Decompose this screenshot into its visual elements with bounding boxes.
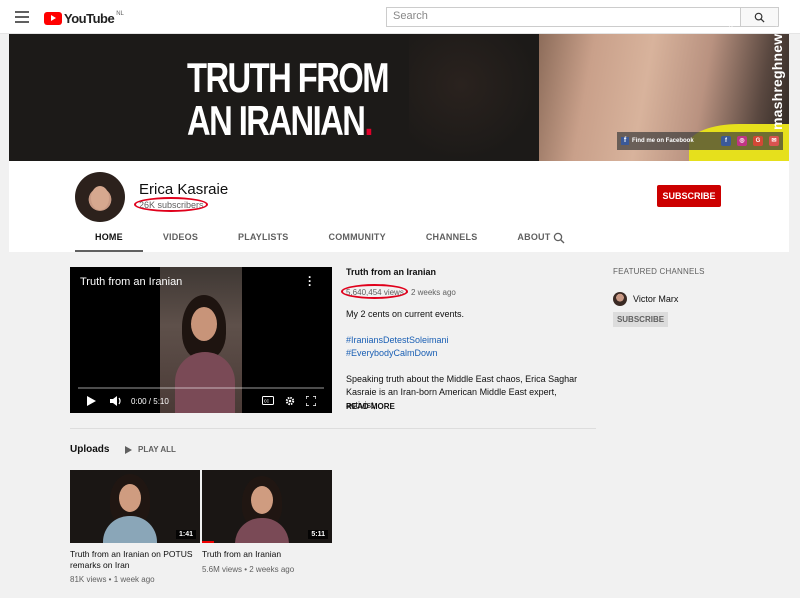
read-more-link[interactable]: READ MORE bbox=[346, 402, 395, 411]
video-duration: 1:41 bbox=[175, 530, 196, 539]
banner-title: TRUTH FROM AN IRANIAN. bbox=[187, 54, 390, 144]
player-controls: 0:00 / 5:10 cc bbox=[70, 393, 332, 413]
tab-community[interactable]: COMMUNITY bbox=[309, 226, 406, 252]
featured-channel-name[interactable]: Victor Marx bbox=[633, 294, 678, 304]
play-all-icon bbox=[125, 445, 132, 454]
time-display: 0:00 / 5:10 bbox=[131, 397, 169, 406]
channel-search-icon[interactable] bbox=[553, 231, 565, 249]
logo-country: NL bbox=[116, 11, 124, 17]
upload-title[interactable]: Truth from an Iranian bbox=[202, 549, 330, 560]
featured-channel-avatar[interactable] bbox=[613, 292, 627, 306]
search-button[interactable] bbox=[741, 7, 779, 27]
player-title[interactable]: Truth from an Iranian bbox=[80, 276, 182, 288]
upload-meta: 5.6M views • 2 weeks ago bbox=[202, 565, 295, 574]
hashtag-link[interactable]: #IraniansDetestSoleimani bbox=[346, 335, 449, 345]
youtube-logo[interactable]: YouTube NL bbox=[44, 10, 124, 26]
views-annotation-circle bbox=[341, 284, 408, 299]
banner-title-line2: AN IRANIAN bbox=[187, 97, 366, 144]
subscribe-button[interactable]: SUBSCRIBE bbox=[657, 185, 721, 207]
google-plus-icon[interactable]: G bbox=[753, 136, 763, 146]
top-bar: YouTube NL Search bbox=[0, 0, 800, 34]
tab-playlists[interactable]: PLAYLISTS bbox=[218, 226, 308, 252]
tab-channels[interactable]: CHANNELS bbox=[406, 226, 498, 252]
facebook-icon: f bbox=[621, 137, 629, 145]
fullscreen-icon[interactable] bbox=[305, 395, 317, 408]
captions-icon[interactable]: cc bbox=[262, 396, 274, 407]
thumb-face bbox=[119, 484, 141, 512]
email-icon[interactable]: ✉ bbox=[769, 136, 779, 146]
tab-videos[interactable]: VIDEOS bbox=[143, 226, 218, 252]
featured-subscribe-button[interactable]: SUBSCRIBE bbox=[613, 312, 668, 327]
hashtag-link[interactable]: #EverybodyCalmDown bbox=[346, 348, 438, 358]
watermark-text: mashreghnews bbox=[769, 25, 785, 130]
channel-name: Erica Kasraie bbox=[139, 181, 229, 198]
banner-title-dot: . bbox=[364, 97, 373, 144]
description-line: My 2 cents on current events. bbox=[346, 309, 465, 319]
play-all-button[interactable]: PLAY ALL bbox=[125, 445, 176, 454]
uploads-heading[interactable]: Uploads bbox=[70, 444, 109, 455]
svg-text:cc: cc bbox=[264, 399, 270, 405]
progress-bar[interactable] bbox=[78, 387, 324, 389]
upload-meta: 81K views • 1 week ago bbox=[70, 575, 155, 584]
logo-text: YouTube bbox=[64, 10, 115, 26]
video-player[interactable]: Truth from an Iranian · · · 0:00 / 5:10 cc bbox=[70, 267, 332, 413]
search-icon bbox=[754, 12, 765, 23]
video-thumbnail[interactable]: 1:41 bbox=[70, 470, 200, 543]
play-icon[interactable] bbox=[87, 396, 96, 408]
section-divider bbox=[70, 428, 596, 429]
video-thumbnail[interactable]: 5:11 bbox=[202, 470, 332, 543]
thumb-face bbox=[251, 486, 273, 514]
player-frame-face bbox=[191, 307, 217, 341]
banner-title-line1: TRUTH FROM bbox=[187, 54, 390, 101]
subscriber-annotation-circle bbox=[134, 197, 208, 212]
facebook-link-icon[interactable]: f bbox=[721, 136, 731, 146]
featured-channels-heading: FEATURED CHANNELS bbox=[613, 267, 705, 276]
settings-icon[interactable] bbox=[285, 396, 295, 408]
banner-photo-hair bbox=[409, 34, 539, 161]
social-links: f Find me on Facebook f ◎ G ✉ bbox=[617, 132, 783, 150]
thumb-body bbox=[103, 516, 157, 543]
play-all-label: PLAY ALL bbox=[138, 445, 176, 454]
watermark-logo: ☾ bbox=[728, 18, 743, 37]
video-duration: 5:11 bbox=[308, 530, 328, 539]
thumb-body bbox=[235, 518, 289, 543]
facebook-label-text: Find me on Facebook bbox=[632, 138, 694, 144]
instagram-icon[interactable]: ◎ bbox=[737, 136, 747, 146]
watched-progress-bar bbox=[202, 541, 214, 543]
facebook-label[interactable]: f Find me on Facebook bbox=[621, 137, 694, 145]
upload-title[interactable]: Truth from an Iranian on POTUS remarks o… bbox=[70, 549, 198, 571]
more-options-icon[interactable]: · · · bbox=[308, 271, 312, 291]
search-input[interactable]: Search bbox=[386, 7, 741, 27]
channel-avatar[interactable] bbox=[75, 172, 125, 222]
youtube-play-icon bbox=[44, 11, 62, 25]
menu-icon[interactable] bbox=[15, 11, 29, 23]
tab-home[interactable]: HOME bbox=[75, 226, 143, 252]
channel-tabs: HOME VIDEOS PLAYLISTS COMMUNITY CHANNELS… bbox=[75, 226, 570, 252]
channel-banner: TRUTH FROM AN IRANIAN. f Find me on Faceb… bbox=[9, 34, 789, 161]
upload-age: 2 weeks ago bbox=[410, 288, 456, 297]
volume-icon[interactable] bbox=[110, 396, 122, 408]
featured-video-title[interactable]: Truth from an Iranian bbox=[346, 267, 436, 277]
